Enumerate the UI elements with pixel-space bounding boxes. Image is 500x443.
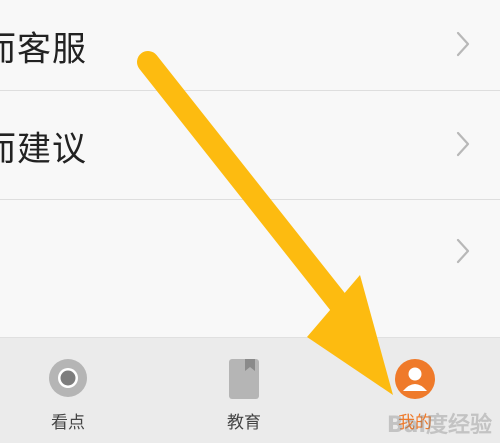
chevron-right-icon [456, 238, 470, 268]
chevron-right-icon [456, 131, 470, 161]
divider [0, 199, 500, 200]
tab-kandian[interactable]: 看点 [8, 338, 128, 443]
bottom-tab-bar: 看点 教育 我的 [0, 337, 500, 443]
menu-item-customer-service[interactable]: 而客服 [0, 0, 500, 92]
divider [0, 90, 500, 91]
tab-label: 看点 [51, 413, 85, 433]
tab-label: 我的 [398, 413, 432, 433]
tab-label: 教育 [227, 413, 261, 433]
user-icon [394, 358, 436, 404]
settings-menu-list: 而客服 而建议 [0, 0, 500, 337]
menu-item-third[interactable] [0, 207, 500, 299]
camera-icon [48, 358, 88, 402]
tab-mine[interactable]: 我的 [355, 338, 475, 443]
book-icon [227, 358, 261, 404]
menu-item-suggestions[interactable]: 而建议 [0, 100, 500, 192]
menu-item-label: 而建议 [0, 129, 87, 170]
chevron-right-icon [456, 31, 470, 61]
menu-item-label: 而客服 [0, 29, 87, 70]
tab-education[interactable]: 教育 [184, 338, 304, 443]
